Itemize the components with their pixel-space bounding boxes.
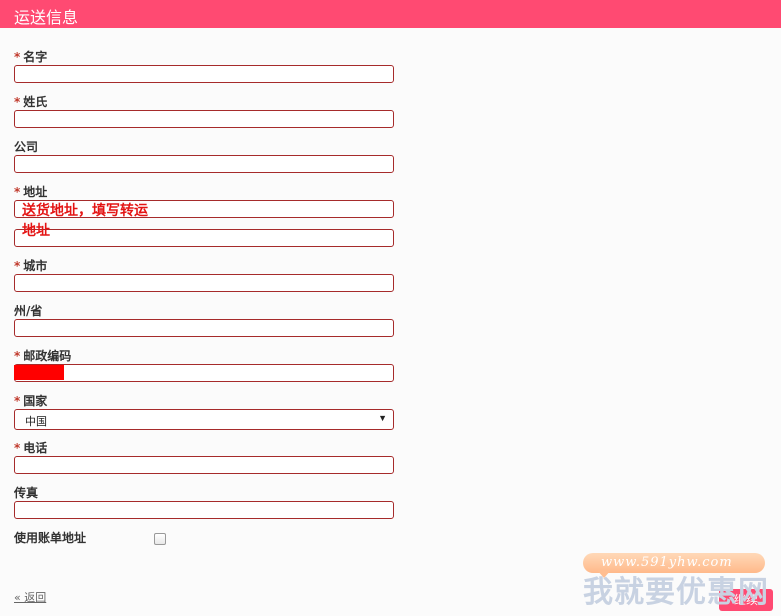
required-mark: * [14, 95, 21, 109]
surname-label: * 姓氏 [14, 95, 48, 109]
address-annotation-line1: 送货地址，填写转运 [22, 203, 148, 219]
state-input[interactable] [14, 319, 394, 337]
required-mark: * [14, 441, 21, 455]
country-label: * 国家 [14, 394, 48, 408]
name-label: * 名字 [14, 50, 48, 64]
required-mark: * [14, 50, 21, 64]
dropdown-arrow-icon: ▼ [378, 413, 387, 423]
use-billing-address-label: 使用账单地址 [14, 531, 87, 545]
page-header: 运送信息 [0, 0, 781, 28]
phone-label: * 电话 [14, 441, 48, 455]
required-mark: * [14, 259, 21, 273]
city-label: * 城市 [14, 259, 48, 273]
page-title: 运送信息 [14, 8, 79, 27]
company-input[interactable] [14, 155, 394, 173]
country-select[interactable]: 中国 ▼ [14, 409, 394, 430]
required-mark: * [14, 185, 21, 199]
address-line2-input[interactable] [14, 229, 394, 247]
company-label: 公司 [14, 140, 39, 154]
watermark-url: www.591yhw.com [601, 555, 733, 570]
address-annotation-line2: 地址 [22, 223, 50, 239]
fax-label: 传真 [14, 486, 39, 500]
state-label: 州/省 [14, 304, 43, 318]
phone-input[interactable] [14, 456, 394, 474]
country-selected-value: 中国 [25, 415, 47, 428]
required-mark: * [14, 394, 21, 408]
name-input[interactable] [14, 65, 394, 83]
required-mark: * [14, 349, 21, 363]
address-label: * 地址 [14, 185, 48, 199]
use-billing-address-checkbox[interactable] [154, 533, 166, 545]
redaction-block [14, 365, 64, 380]
zip-label: * 邮政编码 [14, 349, 72, 363]
watermark-logo: 我就要优惠网 [583, 575, 769, 610]
surname-input[interactable] [14, 110, 394, 128]
fax-input[interactable] [14, 501, 394, 519]
back-link[interactable]: « 返回 [14, 589, 46, 605]
city-input[interactable] [14, 274, 394, 292]
zip-input[interactable] [14, 364, 394, 382]
